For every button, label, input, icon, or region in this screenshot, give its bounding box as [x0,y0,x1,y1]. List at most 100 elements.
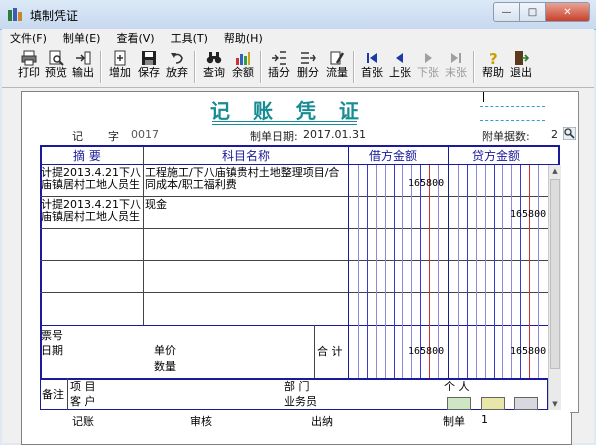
tool-icon[interactable] [514,397,538,410]
help-icon: ? [489,50,498,66]
digit-separator [367,165,368,378]
row1-account[interactable]: 工程施工/下八庙镇贵村土地整理项目/合同成本/职工福利费 [145,167,347,191]
voucher-type: 记 [72,130,83,143]
binoculars-icon [206,52,222,64]
vertical-scrollbar[interactable]: ▲ ▼ [548,165,561,410]
maker-value: 1 [481,413,488,426]
output-button[interactable]: 输出 [70,49,96,85]
digit-separator [502,165,503,378]
minimize-button[interactable]: — [493,2,520,22]
voucher-date[interactable]: 2017.01.31 [303,128,366,141]
query-button[interactable]: 查询 [201,49,227,85]
svg-text:?: ? [489,50,498,66]
row1-summary[interactable]: 计提2013.4.21下八庙镇居村工地人员生 [41,167,141,191]
first-button[interactable]: 首张 [359,49,385,85]
floppy-icon [142,51,156,65]
digit-separator [402,165,403,378]
maximize-button[interactable]: □ [520,2,546,22]
row2-account[interactable]: 现金 [145,199,347,211]
review-label: 审核 [190,415,212,428]
output-icon [76,51,91,65]
insert-row-icon [272,51,286,65]
note-icon[interactable] [481,397,505,410]
lookup-icon[interactable] [563,127,576,140]
close-button[interactable]: ✕ [546,2,590,22]
menu-tools[interactable]: 工具(T) [163,30,216,46]
total-label: 合 计 [317,345,343,358]
save-button[interactable]: 保存 [136,49,162,85]
attach-count[interactable]: 2 [551,128,558,141]
digit-separator [485,165,486,378]
next-button[interactable]: 下张 [415,49,441,85]
help-button[interactable]: ? 帮助 [480,49,506,85]
credit-total: 165800 [510,346,547,357]
digit-separator [385,165,386,378]
window-title: 填制凭证 [30,9,79,23]
toolbar: 打印 预览 输出 增加 保存 放弃 查询 余额 插分 删分 流量 首张 上张 下… [2,47,594,88]
delete-entry-button[interactable]: 删分 [295,49,321,85]
scroll-down-icon[interactable]: ▼ [549,398,561,410]
date-label: 制单日期: [250,130,298,143]
balance-button[interactable]: 余额 [230,49,256,85]
last-page-icon [451,53,461,63]
menu-help[interactable]: 帮助(H) [216,30,271,46]
digit-separator [458,165,459,378]
preview-icon [49,50,64,66]
add-button[interactable]: 增加 [107,49,133,85]
menu-bar: 文件(F) 制单(E) 查看(V) 工具(T) 帮助(H) [2,29,594,47]
col-summary: 摘 要 [73,149,101,163]
remark-label: 备注 [42,388,64,401]
previous-button[interactable]: 上张 [387,49,413,85]
menu-file[interactable]: 文件(F) [2,30,55,46]
insert-entry-button[interactable]: 插分 [266,49,292,85]
unit-price-label: 单价 [154,344,176,357]
scroll-up-icon[interactable]: ▲ [549,165,561,177]
row1-debit[interactable]: 165800 [408,178,444,189]
digit-separator [358,165,359,378]
department-label[interactable]: 部 门 [284,381,310,393]
digit-separator [494,165,495,378]
bar-chart-icon [236,52,250,65]
app-icon [8,8,22,21]
text-cursor [483,92,484,102]
abandon-button[interactable]: 放弃 [164,49,190,85]
bookkeeping-label: 记账 [72,415,94,428]
exit-icon [515,51,529,65]
digit-separator [476,165,477,378]
salesman-label[interactable]: 业务员 [284,396,317,408]
project-label[interactable]: 项 目 [70,381,96,393]
card-icon[interactable] [447,397,471,410]
new-doc-icon [114,50,126,66]
col-account: 科目名称 [222,149,271,163]
menu-voucher[interactable]: 制单(E) [55,30,109,46]
ticket-date-label: 日期 [41,344,63,357]
attach-label: 附单据数: [482,130,530,143]
col-debit: 借方金额 [369,149,418,163]
menu-view[interactable]: 查看(V) [108,30,162,46]
maker-label: 制单 [443,415,465,428]
voucher-marker-box [480,93,550,123]
digit-separator [376,165,377,378]
first-page-icon [367,53,377,63]
voucher-title: 记 账 凭 证 [210,99,367,123]
cashier-label: 出纳 [311,415,333,428]
digit-separator [467,165,468,378]
delete-row-icon [301,52,316,64]
title-bar: 填制凭证 — □ ✕ [0,0,596,30]
pencil-icon [330,51,345,65]
voucher-no-label: 字 [108,130,119,143]
row2-summary[interactable]: 计提2013.4.21下八庙镇居村工地人员生 [41,199,141,223]
printer-icon [21,50,37,66]
scroll-thumb[interactable] [550,179,560,369]
row2-credit[interactable]: 165800 [510,209,546,220]
cash-flow-button[interactable]: 流量 [324,49,350,85]
exit-button[interactable]: 退出 [508,49,534,85]
quantity-label: 数量 [154,360,176,373]
voucher-no[interactable]: 0017 [131,128,159,141]
undo-icon [171,53,183,64]
ticket-no-label: 票号 [41,329,63,342]
personal-label[interactable]: 个 人 [444,381,470,393]
last-button[interactable]: 末张 [443,49,469,85]
col-credit: 贷方金额 [472,149,521,163]
customer-label[interactable]: 客 户 [70,396,96,408]
